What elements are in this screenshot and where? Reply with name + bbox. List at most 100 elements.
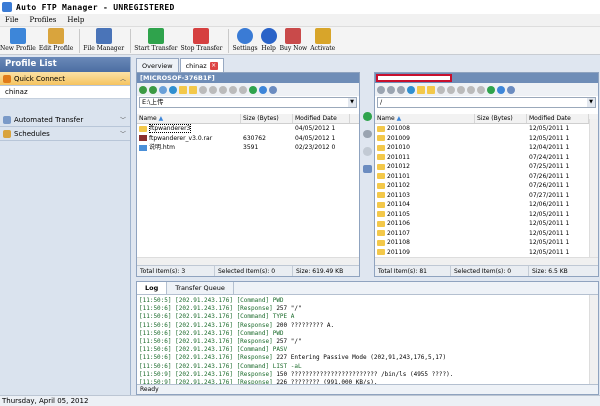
automated-transfer-section[interactable]: Automated Transfer ﹀: [0, 113, 130, 127]
folder-date: 07/25/2011 1: [529, 163, 570, 170]
table-row[interactable]: 201101 07/26/2011 1: [375, 172, 598, 182]
up-icon[interactable]: [159, 85, 167, 94]
folder-icon[interactable]: [179, 85, 187, 94]
transfer-left-icon[interactable]: [363, 129, 372, 138]
tab-chinaz-label: chinaz: [185, 61, 207, 70]
table-row[interactable]: 201009 12/05/2011 1: [375, 134, 598, 144]
table-row[interactable]: 201103 07/27/2011 1: [375, 191, 598, 201]
profile-item-chinaz[interactable]: chinaz: [0, 86, 130, 99]
refresh-icon[interactable]: [169, 85, 177, 94]
tab-chinaz[interactable]: chinaz ×: [179, 58, 224, 72]
start-transfer-button[interactable]: Start Transfer: [134, 27, 178, 52]
arrow-left-icon[interactable]: [363, 147, 372, 156]
col-name[interactable]: Name ▲: [375, 114, 475, 123]
table-row[interactable]: 201108 12/05/2011 1: [375, 238, 598, 248]
transfer-right-icon[interactable]: [363, 112, 372, 121]
properties-icon[interactable]: [477, 85, 485, 94]
check-icon[interactable]: [487, 85, 495, 94]
sync-icon[interactable]: [259, 85, 267, 94]
back-icon[interactable]: [139, 85, 147, 94]
chevron-down-icon[interactable]: ▼: [587, 98, 595, 107]
properties-icon[interactable]: [239, 85, 247, 94]
remote-path-input[interactable]: / ▼: [377, 97, 596, 108]
schedules-section[interactable]: Schedules ﹀: [0, 127, 130, 141]
col-size[interactable]: Size (Bytes): [475, 114, 527, 123]
table-row[interactable]: 201109 12/05/2011 1: [375, 248, 598, 258]
chevron-down-icon[interactable]: ▼: [348, 98, 356, 107]
copy-icon[interactable]: [199, 85, 207, 94]
tab-transfer-queue[interactable]: Transfer Queue: [167, 282, 234, 294]
sync-icon[interactable]: [497, 85, 505, 94]
col-name[interactable]: Name ▲: [137, 114, 241, 123]
close-icon[interactable]: ×: [209, 61, 218, 70]
paste-icon[interactable]: [209, 85, 217, 94]
view-icon[interactable]: [507, 85, 515, 94]
queue-icon[interactable]: [363, 164, 372, 173]
table-row[interactable]: ftpwanderer3 04/05/2012 1: [137, 124, 359, 134]
delete-icon[interactable]: [219, 85, 227, 94]
col-size[interactable]: Size (Bytes): [241, 114, 293, 123]
table-row[interactable]: 201104 12/06/2011 1: [375, 200, 598, 210]
paste-icon[interactable]: [447, 85, 455, 94]
view-icon[interactable]: [269, 85, 277, 94]
check-icon[interactable]: [249, 85, 257, 94]
collapse-icon[interactable]: ︿: [120, 74, 126, 83]
copy-icon[interactable]: [437, 85, 445, 94]
forward-icon[interactable]: [387, 85, 395, 94]
menu-help[interactable]: Help: [67, 16, 84, 24]
rename-icon[interactable]: [467, 85, 475, 94]
menu-file[interactable]: File: [5, 16, 18, 24]
stop-transfer-button[interactable]: Stop Transfer: [181, 27, 222, 52]
table-row[interactable]: 201102 07/26/2011 1: [375, 181, 598, 191]
folder-size: [475, 124, 527, 134]
folder-icon: [377, 163, 385, 170]
quick-connect-section[interactable]: Quick Connect ︿: [0, 72, 130, 86]
log-vscrollbar[interactable]: [589, 295, 598, 384]
rename-icon[interactable]: [229, 85, 237, 94]
table-row[interactable]: 201107 12/05/2011 1: [375, 229, 598, 239]
table-row[interactable]: 201008 12/05/2011 1: [375, 124, 598, 134]
remote-hscrollbar[interactable]: [375, 257, 598, 265]
table-row[interactable]: 201106 12/05/2011 1: [375, 219, 598, 229]
local-path-input[interactable]: E:\上传 ▼: [139, 97, 357, 108]
expand-icon[interactable]: ﹀: [120, 115, 126, 124]
local-hscrollbar[interactable]: [137, 257, 359, 265]
tab-overview[interactable]: Overview: [136, 58, 179, 72]
folder-size: [475, 200, 527, 210]
table-row[interactable]: 201105 12/05/2011 1: [375, 210, 598, 220]
log-line: [11:50:5] [202.91.243.176] [Command] PWD: [139, 297, 596, 305]
table-row[interactable]: ftpwanderer_v3.0.rar 630762 04/05/2012 1: [137, 134, 359, 144]
edit-profile-button[interactable]: Edit Profile: [39, 27, 73, 52]
folder-icon[interactable]: [417, 85, 425, 94]
folder-icon: [377, 125, 385, 132]
file-size: 630762: [243, 134, 266, 142]
table-row[interactable]: 201011 07/24/2011 1: [375, 153, 598, 163]
help-button[interactable]: Help: [260, 27, 277, 52]
folder-size: [475, 238, 527, 248]
new-folder-icon[interactable]: [427, 85, 435, 94]
forward-icon[interactable]: [149, 85, 157, 94]
table-row[interactable]: 说明.htm 3591 02/23/2012 0: [137, 143, 359, 153]
menu-profiles[interactable]: Profiles: [29, 16, 56, 24]
expand-icon[interactable]: ﹀: [120, 129, 126, 138]
new-profile-button[interactable]: New Profile: [0, 27, 36, 52]
buy-now-button[interactable]: Buy Now: [280, 27, 307, 52]
tab-log[interactable]: Log: [137, 282, 168, 294]
back-icon[interactable]: [377, 85, 385, 94]
remote-vscrollbar[interactable]: [589, 119, 598, 257]
new-folder-icon[interactable]: [189, 85, 197, 94]
refresh-icon[interactable]: [407, 85, 415, 94]
folder-name: 201012: [375, 162, 475, 172]
folder-name-text: 201105: [387, 210, 410, 218]
folder-icon: [377, 144, 385, 151]
activate-button[interactable]: Activate: [310, 27, 335, 52]
table-row[interactable]: 201012 07/25/2011 1: [375, 162, 598, 172]
settings-button[interactable]: Settings: [232, 27, 258, 52]
table-row[interactable]: 201010 12/04/2011 1: [375, 143, 598, 153]
delete-icon[interactable]: [457, 85, 465, 94]
col-date[interactable]: Modified Date: [293, 114, 350, 123]
col-date[interactable]: Modified Date: [527, 114, 589, 123]
folder-name: 201010: [375, 143, 475, 153]
up-icon[interactable]: [397, 85, 405, 94]
file-manager-button[interactable]: File Manager: [83, 27, 124, 52]
